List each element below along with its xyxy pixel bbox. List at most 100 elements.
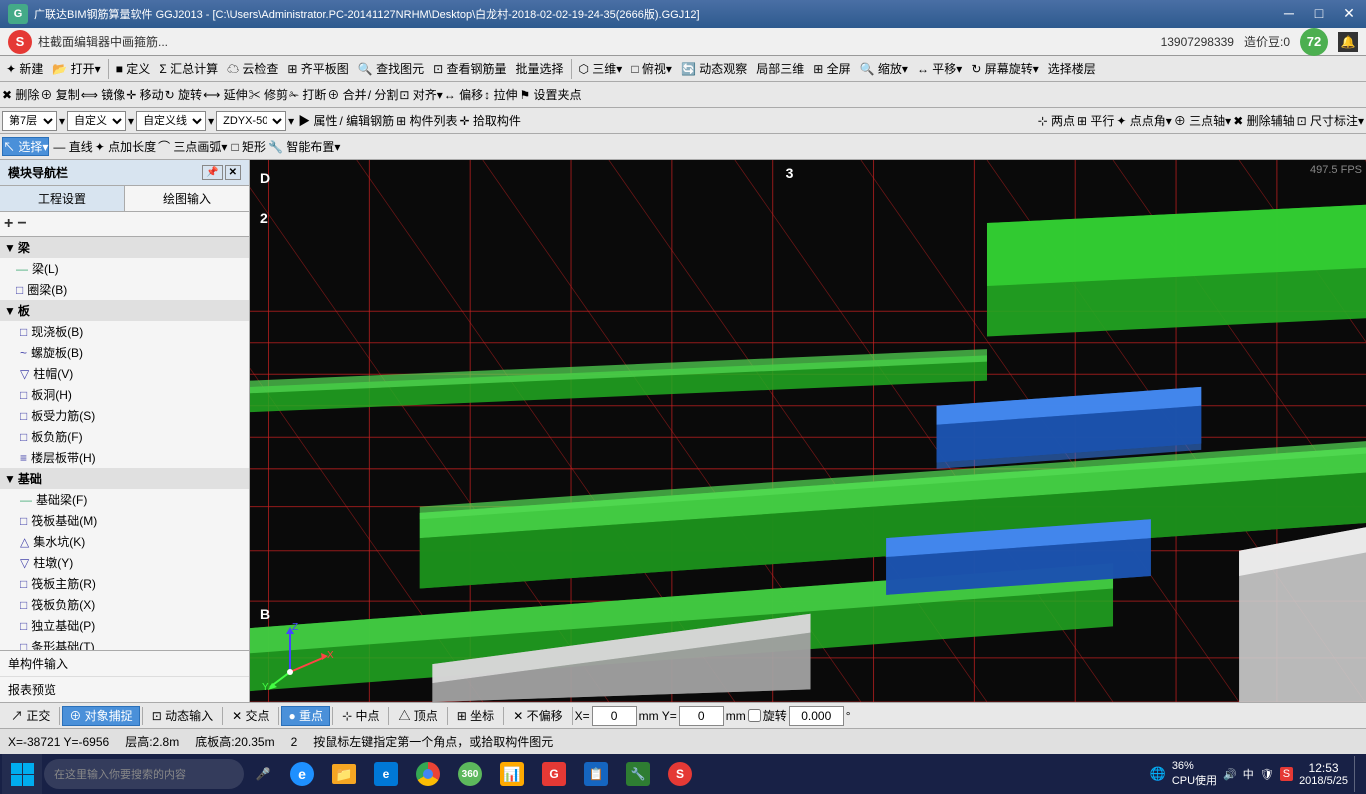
merge-button[interactable]: ⊕ 合并 bbox=[327, 86, 366, 103]
component-list-button[interactable]: ⊞ 构件列表 bbox=[396, 112, 457, 129]
batch-select-button[interactable]: 批量选择 bbox=[511, 58, 567, 80]
delete-button[interactable]: ✖ 删除 bbox=[2, 86, 39, 103]
taskbar-app1[interactable]: 📊 bbox=[492, 754, 532, 794]
new-button[interactable]: ✦ ✦ 新建新建 bbox=[2, 58, 47, 80]
fullscreen-button[interactable]: ⊞ 全屏 bbox=[809, 58, 854, 80]
arc-button[interactable]: ⌒ 三点画弧▾ bbox=[158, 138, 227, 155]
category-beam[interactable]: ▼梁 bbox=[0, 237, 249, 258]
item-isolated-foundation[interactable]: □独立基础(P) bbox=[0, 615, 249, 636]
single-component-btn[interactable]: 单构件输入 bbox=[0, 651, 249, 677]
ortho-btn[interactable]: ↗ 正交 bbox=[4, 706, 57, 726]
item-foundation-beam[interactable]: —基础梁(F) bbox=[0, 489, 249, 510]
rotate-btn[interactable]: ↻ 旋转 bbox=[165, 86, 202, 103]
coord-btn[interactable]: ⊞ 坐标 bbox=[450, 706, 501, 726]
center-btn[interactable]: ● 重点 bbox=[281, 706, 330, 726]
item-beam-l[interactable]: —梁(L) bbox=[0, 258, 249, 279]
dynamic-input-btn[interactable]: ⊡ 动态输入 bbox=[145, 706, 220, 726]
two-point-button[interactable]: ⊹ 两点 bbox=[1038, 112, 1075, 129]
intersect-btn[interactable]: ✕ 交点 bbox=[225, 706, 276, 726]
show-desktop[interactable] bbox=[1354, 756, 1360, 792]
sidebar-close[interactable]: ✕ bbox=[225, 165, 241, 180]
notification-icon[interactable]: 🔔 bbox=[1338, 32, 1358, 52]
screen-rotate-button[interactable]: ↻ 屏幕旋转▾ bbox=[967, 58, 1042, 80]
offset-button[interactable]: ↔ 偏移 bbox=[444, 86, 483, 103]
section-drawing[interactable]: 绘图输入 bbox=[125, 186, 249, 211]
name-select[interactable]: 自定义 bbox=[67, 111, 126, 131]
mic-icon[interactable]: 🎤 bbox=[246, 757, 280, 791]
clock[interactable]: 12:53 2018/5/25 bbox=[1299, 761, 1348, 787]
sidebar-pin[interactable]: 📌 bbox=[202, 165, 222, 180]
cpu-info[interactable]: 36%CPU使用 bbox=[1172, 760, 1217, 788]
define-button[interactable]: ■ 定义 bbox=[112, 58, 155, 80]
del-aux-button[interactable]: ✖ 删除辅轴 bbox=[1233, 112, 1294, 129]
flat-button[interactable]: ⊞ 齐平板图 bbox=[283, 58, 352, 80]
point-length-button[interactable]: ✦ 点加长度 bbox=[95, 138, 156, 155]
rotate-checkbox[interactable] bbox=[748, 709, 761, 722]
split-button[interactable]: / 分割 bbox=[368, 86, 399, 103]
item-raft-foundation[interactable]: □筏板基础(M) bbox=[0, 510, 249, 531]
3d-button[interactable]: ⬡ 三维▾ bbox=[575, 58, 627, 80]
minimize-button[interactable]: ─ bbox=[1276, 2, 1302, 24]
align-button[interactable]: ⊡ 对齐▾ bbox=[399, 86, 442, 103]
vertex-btn[interactable]: △ 顶点 bbox=[391, 706, 444, 726]
close-button[interactable]: ✕ bbox=[1336, 2, 1362, 24]
find-elem-button[interactable]: 🔍 查找图元 bbox=[354, 58, 428, 80]
pan-button[interactable]: ↔ 平移▾ bbox=[913, 58, 966, 80]
set-grip-button[interactable]: ⚑ 设置夹点 bbox=[519, 86, 581, 103]
taskbar-edge[interactable]: e bbox=[366, 754, 406, 794]
trim-button[interactable]: ✂ 修剪 bbox=[249, 86, 288, 103]
cloud-check-button[interactable]: ☁ 云检查 bbox=[223, 58, 282, 80]
ime-icon2[interactable]: S bbox=[1280, 767, 1293, 781]
item-spiral-slab[interactable]: ~螺旋板(B) bbox=[0, 342, 249, 363]
zdyx-select[interactable]: ZDYX-50 bbox=[216, 111, 286, 131]
parallel-button[interactable]: ⊞ 平行 bbox=[1077, 112, 1114, 129]
local-3d-button[interactable]: 局部三维 bbox=[752, 58, 808, 80]
zoom-button[interactable]: 🔍 缩放▾ bbox=[856, 58, 912, 80]
stretch-button[interactable]: ↕ 拉伸 bbox=[484, 86, 517, 103]
item-slab-hole[interactable]: □板洞(H) bbox=[0, 384, 249, 405]
score-badge[interactable]: 72 bbox=[1300, 28, 1328, 56]
item-col-cap[interactable]: ▽柱帽(V) bbox=[0, 363, 249, 384]
viewport[interactable]: D 2 3 B Z X Y 497.5 FPS bbox=[250, 160, 1366, 702]
taskbar-360[interactable]: 360 bbox=[450, 754, 490, 794]
rectangle-button[interactable]: □ 矩形 bbox=[231, 138, 266, 155]
section-engineering[interactable]: 工程设置 bbox=[0, 186, 125, 211]
extend-button[interactable]: ⟷ 延伸 bbox=[203, 86, 248, 103]
mirror-button[interactable]: ⟺ 镜像 bbox=[81, 86, 126, 103]
dim-button[interactable]: ⊡ 尺寸标注▾ bbox=[1297, 112, 1364, 129]
search-bar[interactable]: 在这里输入你要搜索的内容 bbox=[44, 759, 244, 789]
taskbar-sougou[interactable]: S bbox=[660, 754, 700, 794]
item-ring-beam[interactable]: □圈梁(B) bbox=[0, 279, 249, 300]
expand-all-btn[interactable]: + bbox=[4, 215, 13, 233]
item-raft-neg-rebar[interactable]: □筏板负筋(X) bbox=[0, 594, 249, 615]
open-button[interactable]: 📂 打开▾ bbox=[48, 58, 104, 80]
item-neg-rebar[interactable]: □板负筋(F) bbox=[0, 426, 249, 447]
property-button[interactable]: ▶ 属性 bbox=[298, 112, 337, 129]
taskbar-app3[interactable]: 📋 bbox=[576, 754, 616, 794]
no-offset-btn[interactable]: ✕ 不偏移 bbox=[506, 706, 569, 726]
rotate-input[interactable] bbox=[789, 706, 844, 726]
straight-line-button[interactable]: — 直线 bbox=[53, 138, 92, 155]
pick-component-button[interactable]: ✛ 拾取构件 bbox=[460, 112, 521, 129]
y-input[interactable] bbox=[679, 706, 724, 726]
maximize-button[interactable]: □ bbox=[1306, 2, 1332, 24]
copy-button[interactable]: ⊕ 复制 bbox=[40, 86, 79, 103]
item-sump[interactable]: △集水坑(K) bbox=[0, 531, 249, 552]
x-input[interactable] bbox=[592, 706, 637, 726]
item-col-stump[interactable]: ▽柱墩(Y) bbox=[0, 552, 249, 573]
ime-icon[interactable]: 中 bbox=[1243, 766, 1254, 782]
category-slab[interactable]: ▼板 bbox=[0, 300, 249, 321]
item-strip-foundation[interactable]: □条形基础(T) bbox=[0, 636, 249, 650]
report-preview-btn[interactable]: 报表预览 bbox=[0, 677, 249, 702]
line-select[interactable]: 自定义线 bbox=[136, 111, 206, 131]
collapse-all-btn[interactable]: − bbox=[17, 215, 26, 233]
topview-button[interactable]: □ 俯视▾ bbox=[627, 58, 676, 80]
taskbar-chrome[interactable] bbox=[408, 754, 448, 794]
taskbar-folder[interactable]: 📁 bbox=[324, 754, 364, 794]
view-rebar-button[interactable]: ⊡ 查看钢筋量 bbox=[429, 58, 510, 80]
edit-rebar-button[interactable]: / 编辑钢筋 bbox=[339, 112, 394, 129]
select-button[interactable]: ↖ 选择▾ bbox=[2, 137, 49, 156]
break-button[interactable]: ✁ 打断 bbox=[289, 86, 326, 103]
midpoint-btn[interactable]: ⊹ 中点 bbox=[335, 706, 386, 726]
item-cast-slab[interactable]: □现浇板(B) bbox=[0, 321, 249, 342]
